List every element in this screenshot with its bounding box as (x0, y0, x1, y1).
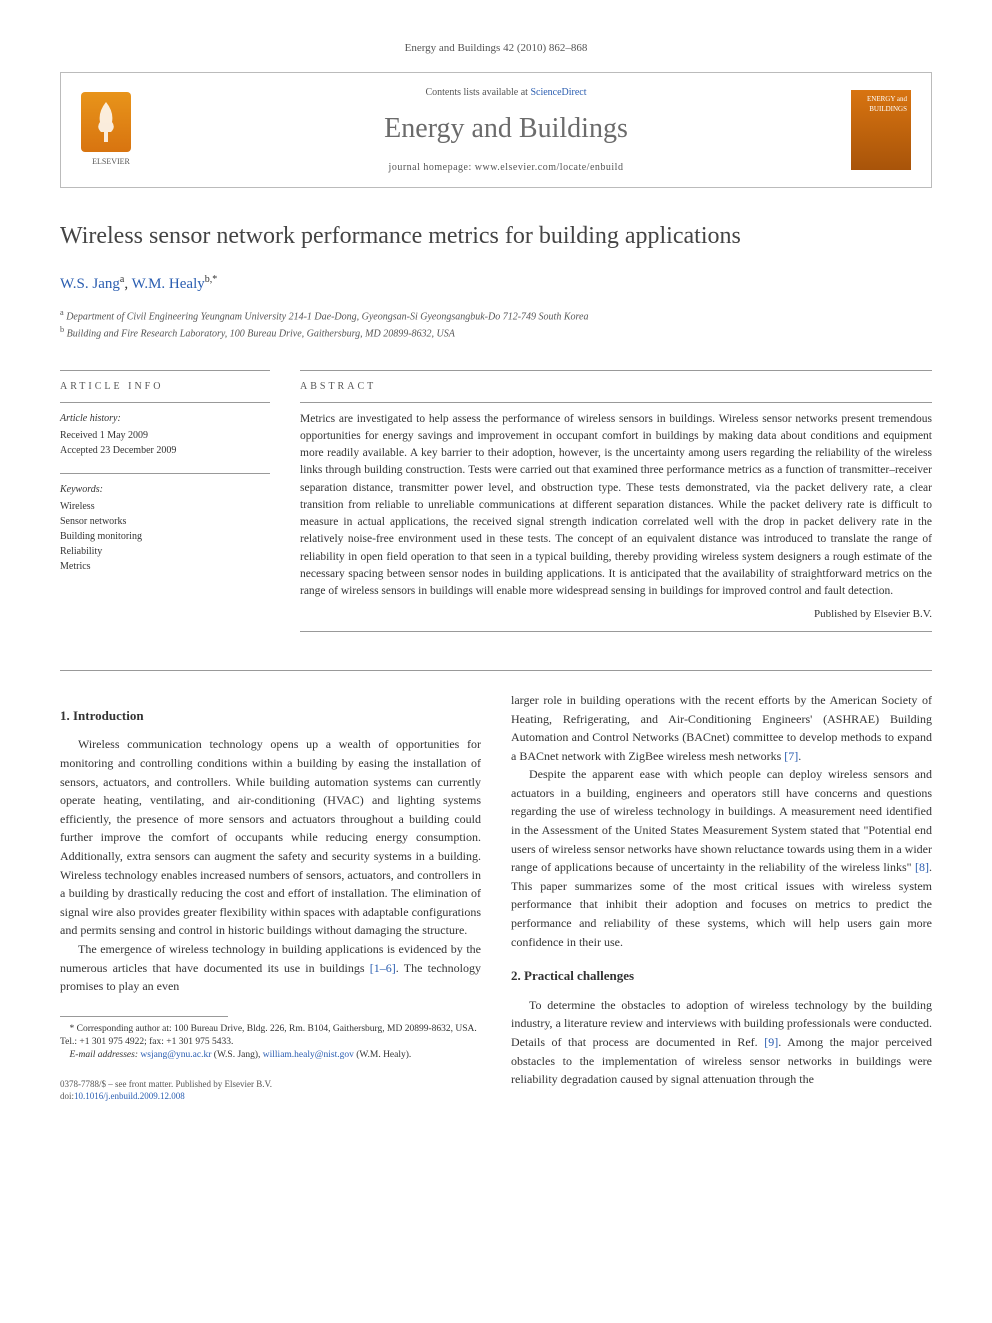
rule (60, 370, 270, 371)
corresponding-author-footnote: * Corresponding author at: 100 Bureau Dr… (60, 1023, 481, 1050)
journal-homepage: journal homepage: www.elsevier.com/locat… (161, 160, 851, 175)
affiliation-a: a Department of Civil Engineering Yeungn… (60, 307, 932, 324)
c2p1-post: . (798, 749, 801, 763)
homepage-prefix: journal homepage: (389, 162, 475, 173)
keyword-4: Metrics (60, 559, 270, 574)
elsevier-tree-icon (81, 92, 131, 152)
article-history-block: Article history: Received 1 May 2009 Acc… (60, 411, 270, 458)
email-label: E-mail addresses: (70, 1050, 141, 1060)
affiliation-b-text: Building and Fire Research Laboratory, 1… (67, 329, 455, 340)
keywords-block: Keywords: Wireless Sensor networks Build… (60, 482, 270, 574)
section-2-heading: 2. Practical challenges (511, 966, 932, 986)
affiliation-a-text: Department of Civil Engineering Yeungnam… (66, 311, 588, 322)
header-citation: Energy and Buildings 42 (2010) 862–868 (60, 40, 932, 57)
rule (300, 370, 932, 371)
abstract-heading: ABSTRACT (300, 379, 932, 394)
elsevier-label: ELSEVIER (81, 156, 141, 168)
rule (300, 402, 932, 403)
email-owner-2: (W.M. Healy). (354, 1050, 411, 1060)
contents-prefix: Contents lists available at (425, 87, 530, 98)
email-owner-1: (W.S. Jang), (211, 1050, 262, 1060)
ref-link-8[interactable]: [8] (915, 860, 929, 874)
s1-para-2: The emergence of wireless technology in … (60, 940, 481, 996)
article-info-heading: ARTICLE INFO (60, 379, 270, 394)
journal-cover-thumbnail: ENERGY and BUILDINGS (851, 90, 911, 170)
banner-center: Contents lists available at ScienceDirec… (161, 85, 851, 175)
col2-para-2: Despite the apparent ease with which peo… (511, 765, 932, 951)
journal-name: Energy and Buildings (161, 108, 851, 150)
article-title: Wireless sensor network performance metr… (60, 218, 932, 254)
doi-link[interactable]: 10.1016/j.enbuild.2009.12.008 (74, 1091, 185, 1101)
rule (60, 402, 270, 403)
article-info-column: ARTICLE INFO Article history: Received 1… (60, 362, 270, 640)
footer-meta: 0378-7788/$ – see front matter. Publishe… (60, 1078, 481, 1103)
accepted-date: Accepted 23 December 2009 (60, 443, 270, 458)
affiliation-b: b Building and Fire Research Laboratory,… (60, 324, 932, 341)
rule (60, 473, 270, 474)
elsevier-logo: ELSEVIER (81, 92, 141, 168)
email-footnote: E-mail addresses: wsjang@ynu.ac.kr (W.S.… (60, 1049, 481, 1062)
c2p1-pre: larger role in building operations with … (511, 693, 932, 763)
keywords-label: Keywords: (60, 482, 270, 497)
author-link-1[interactable]: W.S. Jang (60, 276, 120, 292)
publisher-line: Published by Elsevier B.V. (300, 606, 932, 623)
issn-line: 0378-7788/$ – see front matter. Publishe… (60, 1078, 481, 1091)
contents-available-line: Contents lists available at ScienceDirec… (161, 85, 851, 100)
s1-para-1: Wireless communication technology opens … (60, 735, 481, 940)
email-link-1[interactable]: wsjang@ynu.ac.kr (140, 1050, 211, 1060)
ref-link-1-6[interactable]: [1–6] (370, 961, 396, 975)
column-left: 1. Introduction Wireless communication t… (60, 691, 481, 1103)
history-label: Article history: (60, 411, 270, 426)
keyword-1: Sensor networks (60, 514, 270, 529)
author-list: W.S. Janga, W.M. Healyb,* (60, 272, 932, 296)
body-top-rule (60, 670, 932, 671)
abstract-column: ABSTRACT Metrics are investigated to hel… (300, 362, 932, 640)
author-link-2[interactable]: W.M. Healy (132, 276, 205, 292)
c2p2-pre: Despite the apparent ease with which peo… (511, 767, 932, 874)
author-sup-2: b,* (205, 274, 218, 285)
footnote-rule (60, 1016, 228, 1017)
doi-prefix: doi: (60, 1091, 74, 1101)
received-date: Received 1 May 2009 (60, 428, 270, 443)
col2-para-1: larger role in building operations with … (511, 691, 932, 765)
keyword-3: Reliability (60, 544, 270, 559)
author-sup-1: a (120, 274, 124, 285)
abstract-text: Metrics are investigated to help assess … (300, 411, 932, 601)
tree-icon (86, 97, 126, 147)
keyword-0: Wireless (60, 499, 270, 514)
email-link-2[interactable]: william.healy@nist.gov (263, 1050, 354, 1060)
affiliations-block: a Department of Civil Engineering Yeungn… (60, 307, 932, 342)
ref-link-7[interactable]: [7] (784, 749, 798, 763)
homepage-url: www.elsevier.com/locate/enbuild (475, 162, 624, 173)
ref-link-9[interactable]: [9] (764, 1035, 778, 1049)
column-right: larger role in building operations with … (511, 691, 932, 1103)
sciencedirect-link[interactable]: ScienceDirect (530, 87, 586, 98)
body-columns: 1. Introduction Wireless communication t… (60, 691, 932, 1103)
keyword-2: Building monitoring (60, 529, 270, 544)
info-abstract-row: ARTICLE INFO Article history: Received 1… (60, 362, 932, 640)
section-1-heading: 1. Introduction (60, 706, 481, 726)
rule (300, 631, 932, 632)
journal-banner: ELSEVIER Contents lists available at Sci… (60, 72, 932, 188)
s2-para-1: To determine the obstacles to adoption o… (511, 996, 932, 1089)
doi-line: doi:10.1016/j.enbuild.2009.12.008 (60, 1090, 481, 1103)
